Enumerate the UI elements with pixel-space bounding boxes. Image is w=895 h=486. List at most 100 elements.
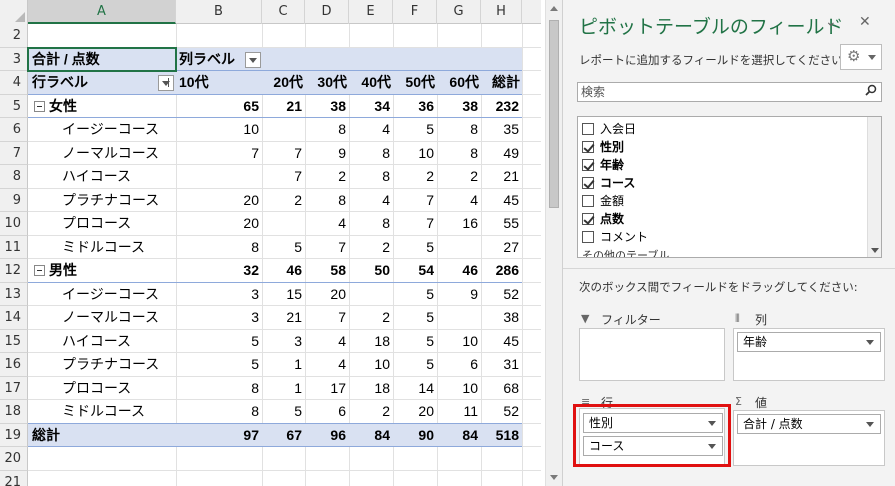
pivot-grand-total-label[interactable]: 総計 [32,424,112,448]
pivot-item-label[interactable]: ハイコース [62,165,192,189]
column-header-d[interactable]: D [305,0,349,24]
pivot-value-cell[interactable]: 11 [438,400,478,424]
row-header-7[interactable]: 7 [0,141,28,165]
field-list-scrollbar[interactable] [867,117,881,257]
pivot-value-cell[interactable]: 20 [219,212,259,236]
pivot-value-cell[interactable]: 7 [219,142,259,166]
pivot-group-total[interactable]: 54 [394,259,434,283]
close-icon[interactable]: ✕ [859,14,871,30]
pivot-value-cell[interactable]: 4 [350,118,390,142]
pivot-value-cell[interactable]: 8 [438,142,478,166]
pivot-value-cell[interactable]: 9 [306,142,346,166]
pivot-value-cell[interactable] [350,283,390,307]
row-filter-button[interactable] [158,75,174,91]
pivot-value-cell[interactable]: 10 [350,353,390,377]
pivot-item-label[interactable]: プラチナコース [62,353,192,377]
pivot-value-cell[interactable]: 10 [438,330,478,354]
pivot-value-cell[interactable]: 7 [394,189,434,213]
pivot-value-cell[interactable]: 4 [350,189,390,213]
row-header-4[interactable]: 4 [0,71,28,95]
column-header-f[interactable]: F [393,0,437,24]
field-checkbox[interactable] [582,213,594,225]
pivot-value-cell[interactable]: 8 [306,189,346,213]
pivot-value-cell[interactable]: 4 [438,189,478,213]
pivot-value-cell[interactable]: 8 [350,142,390,166]
pivot-value-cell[interactable]: 20 [219,189,259,213]
row-header-3[interactable]: 3 [0,47,28,71]
pivot-value-cell[interactable]: 2 [350,306,390,330]
collapse-button[interactable] [34,265,45,276]
pivot-item-label[interactable]: ノーマルコース [62,306,192,330]
scroll-down-icon[interactable] [550,475,558,480]
pivot-value-cell[interactable]: 38 [479,306,519,330]
pivot-value-cell[interactable]: 49 [479,142,519,166]
row-header-8[interactable]: 8 [0,165,28,189]
column-header-h[interactable]: H [481,0,522,24]
row-header-18[interactable]: 18 [0,400,28,424]
pivot-value-cell[interactable]: 6 [306,400,346,424]
pivot-group-total[interactable]: 34 [350,95,390,119]
field-checkbox[interactable] [582,159,594,171]
pivot-group-total[interactable]: 36 [394,95,434,119]
pivot-item-label[interactable]: ミドルコース [62,400,192,424]
pivot-value-cell[interactable]: 55 [479,212,519,236]
pivot-group-total[interactable]: 32 [219,259,259,283]
pivot-item-label[interactable]: ミドルコース [62,236,192,260]
row-header-21[interactable]: 21 [0,470,28,486]
pivot-grand-total[interactable]: 84 [438,424,478,448]
scroll-up-icon[interactable] [550,6,558,11]
pivot-value-cell[interactable]: 68 [479,377,519,401]
pivot-group-total[interactable]: 46 [438,259,478,283]
tools-button[interactable]: ⚙ [840,44,882,70]
pivot-value-cell[interactable]: 5 [219,353,259,377]
pivot-value-cell[interactable]: 2 [438,165,478,189]
columns-drop-area[interactable]: 年齢 [733,328,885,381]
chevron-down-icon[interactable]: ⌄ [825,14,837,30]
pivot-value-cell[interactable]: 20 [394,400,434,424]
pivot-value-cell[interactable]: 2 [262,189,302,213]
field-checkbox[interactable] [582,195,594,207]
pivot-value-cell[interactable]: 2 [306,165,346,189]
filter-drop-area[interactable] [579,328,725,381]
pivot-value-cell[interactable]: 5 [394,236,434,260]
pivot-value-cell[interactable]: 7 [262,142,302,166]
pivot-grand-total[interactable]: 96 [306,424,346,448]
select-all-corner[interactable] [0,0,28,24]
pivot-group-total[interactable]: 65 [219,95,259,119]
pivot-grand-total[interactable]: 84 [350,424,390,448]
pivot-value-cell[interactable]: 8 [219,236,259,260]
pivot-value-cell[interactable]: 2 [350,236,390,260]
field-checkbox[interactable] [582,177,594,189]
pivot-value-cell[interactable]: 45 [479,189,519,213]
pivot-value-cell[interactable] [262,212,302,236]
field-search-input[interactable]: 検索 [577,82,882,102]
pivot-value-cell[interactable]: 52 [479,400,519,424]
pivot-group-total[interactable]: 46 [262,259,302,283]
pivot-item-label[interactable]: プロコース [62,212,192,236]
pivot-value-cell[interactable]: 7 [306,236,346,260]
pivot-value-cell[interactable]: 7 [394,212,434,236]
column-header-b[interactable]: B [176,0,262,24]
pivot-value-cell[interactable]: 6 [438,353,478,377]
pivot-value-cell[interactable] [219,165,259,189]
pivot-value-cell[interactable]: 5 [262,400,302,424]
row-header-2[interactable]: 2 [0,24,28,48]
pivot-value-cell[interactable]: 4 [306,353,346,377]
pivot-row-labels[interactable]: 行ラベル [32,71,152,95]
pivot-value-cell[interactable]: 45 [479,330,519,354]
row-header-11[interactable]: 11 [0,235,28,259]
cell-grid[interactable]: 合計 / 点数 列ラベル 行ラベル 10代 20代 30代 40代 50代 60代 総計 女性 65 2… [27,24,541,486]
pivot-value-cell[interactable]: 5 [394,283,434,307]
row-header-10[interactable]: 10 [0,212,28,236]
pivot-value-cell[interactable]: 5 [219,330,259,354]
pivot-value-cell[interactable] [262,118,302,142]
pivot-value-cell[interactable]: 3 [219,283,259,307]
pivot-value-cell[interactable]: 5 [394,118,434,142]
pivot-value-cell[interactable]: 7 [262,165,302,189]
pivot-value-cell[interactable]: 18 [350,377,390,401]
pivot-value-cell[interactable]: 8 [306,118,346,142]
pivot-grand-total[interactable]: 97 [219,424,259,448]
pivot-value-cell[interactable]: 8 [350,165,390,189]
pivot-value-cell[interactable]: 8 [219,400,259,424]
pivot-value-cell[interactable] [438,236,478,260]
